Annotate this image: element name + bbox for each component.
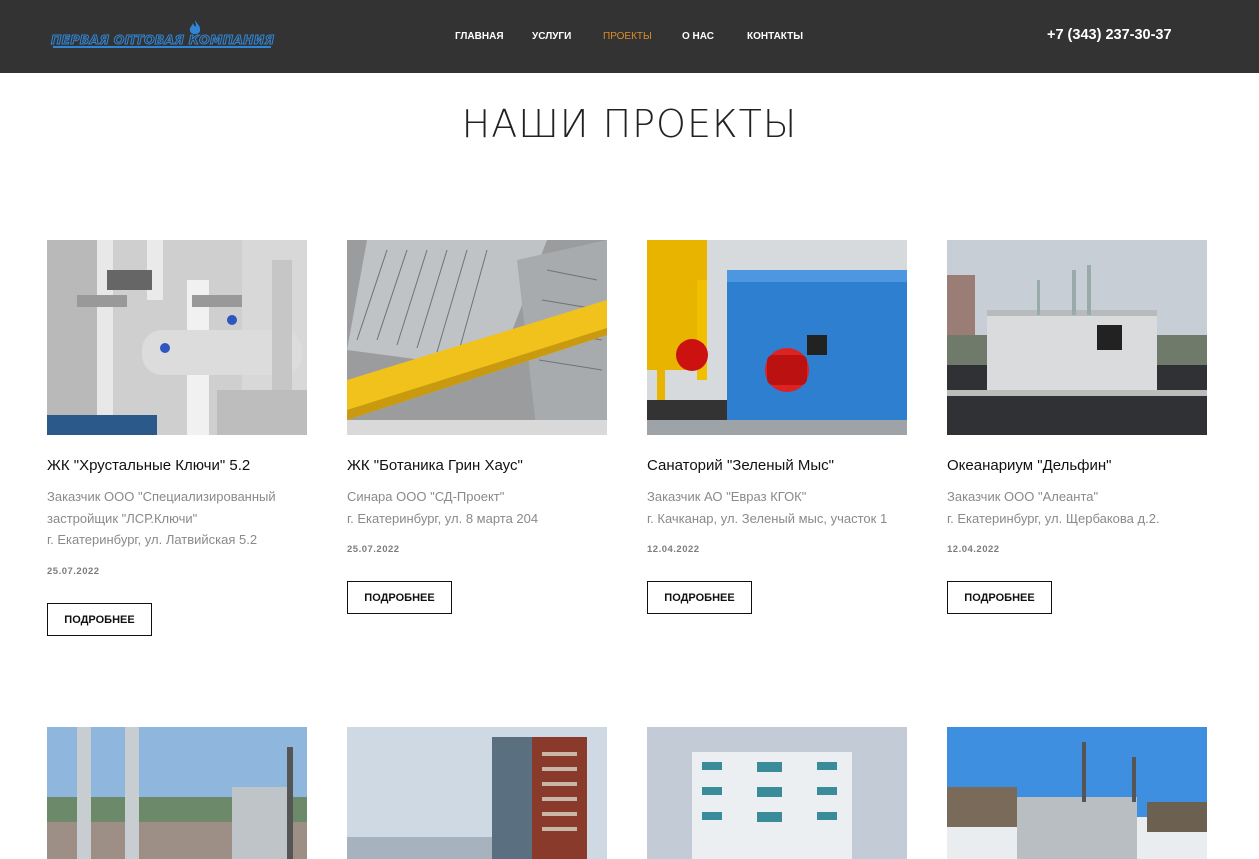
project-image[interactable] (47, 240, 307, 435)
project-description: Заказчик АО "Евраз КГОК" г. Качканар, ул… (647, 486, 915, 529)
project-description: Заказчик ООО "Алеанта" г. Екатеринбург, … (947, 486, 1215, 529)
details-button[interactable]: ПОДРОБНЕЕ (647, 581, 752, 614)
description-line: г. Качканар, ул. Зеленый мыс, участок 1 (647, 510, 888, 526)
project-image[interactable] (947, 240, 1207, 435)
project-image[interactable] (347, 240, 607, 435)
description-line: застройщик "ЛСР.Ключи" (47, 510, 198, 526)
description-line: г. Екатеринбург, ул. Щербакова д.2. (947, 510, 1160, 526)
logo-underline (53, 46, 271, 48)
project-date: 12.04.2022 (647, 544, 700, 555)
project-image[interactable] (647, 727, 907, 859)
phone-number[interactable]: +7 (343) 237-30-37 (1047, 27, 1172, 43)
project-title[interactable]: Океанариум "Дельфин" (947, 457, 1217, 474)
project-image[interactable] (647, 240, 907, 435)
nav-item-home[interactable]: ГЛАВНАЯ (455, 31, 504, 42)
company-logo[interactable]: Первая оптовая компания (50, 20, 275, 50)
nav-item-about[interactable]: О НАС (682, 31, 714, 42)
site-header: Первая оптовая компания ГЛАВНАЯ УСЛУГИ П… (0, 0, 1259, 73)
description-line: г. Екатеринбург, ул. 8 марта 204 (347, 510, 539, 526)
nav-item-projects[interactable]: ПРОЕКТЫ (603, 31, 652, 42)
project-title[interactable]: ЖК "Ботаника Грин Хаус" (347, 457, 617, 474)
details-button[interactable]: ПОДРОБНЕЕ (947, 581, 1052, 614)
project-title[interactable]: ЖК "Хрустальные Ключи" 5.2 (47, 457, 317, 474)
project-date: 25.07.2022 (47, 566, 100, 577)
project-title[interactable]: Санаторий "Зеленый Мыс" (647, 457, 917, 474)
description-line: Заказчик ООО "Алеанта" (947, 489, 1099, 504)
details-button[interactable]: ПОДРОБНЕЕ (47, 603, 152, 636)
description-line: Заказчик АО "Евраз КГОК" (647, 489, 807, 504)
project-description: Синара ООО "СД-Проект" г. Екатеринбург, … (347, 486, 615, 529)
project-description: Заказчик ООО "Специализированный застрой… (47, 486, 315, 551)
project-image[interactable] (347, 727, 607, 859)
project-date: 25.07.2022 (347, 544, 400, 555)
details-button[interactable]: ПОДРОБНЕЕ (347, 581, 452, 614)
description-line: г. Екатеринбург, ул. Латвийская 5.2 (47, 532, 258, 547)
description-line: Заказчик ООО "Специализированный (47, 489, 276, 504)
nav-item-contacts[interactable]: КОНТАКТЫ (747, 31, 803, 42)
project-image[interactable] (47, 727, 307, 859)
nav-item-services[interactable]: УСЛУГИ (532, 31, 571, 42)
project-date: 12.04.2022 (947, 544, 1000, 555)
logo-text: Первая оптовая компания (50, 32, 275, 48)
page-title: НАШИ ПРОЕКТЫ (461, 102, 798, 146)
project-image[interactable] (947, 727, 1207, 859)
description-line: Синара ООО "СД-Проект" (347, 489, 505, 504)
